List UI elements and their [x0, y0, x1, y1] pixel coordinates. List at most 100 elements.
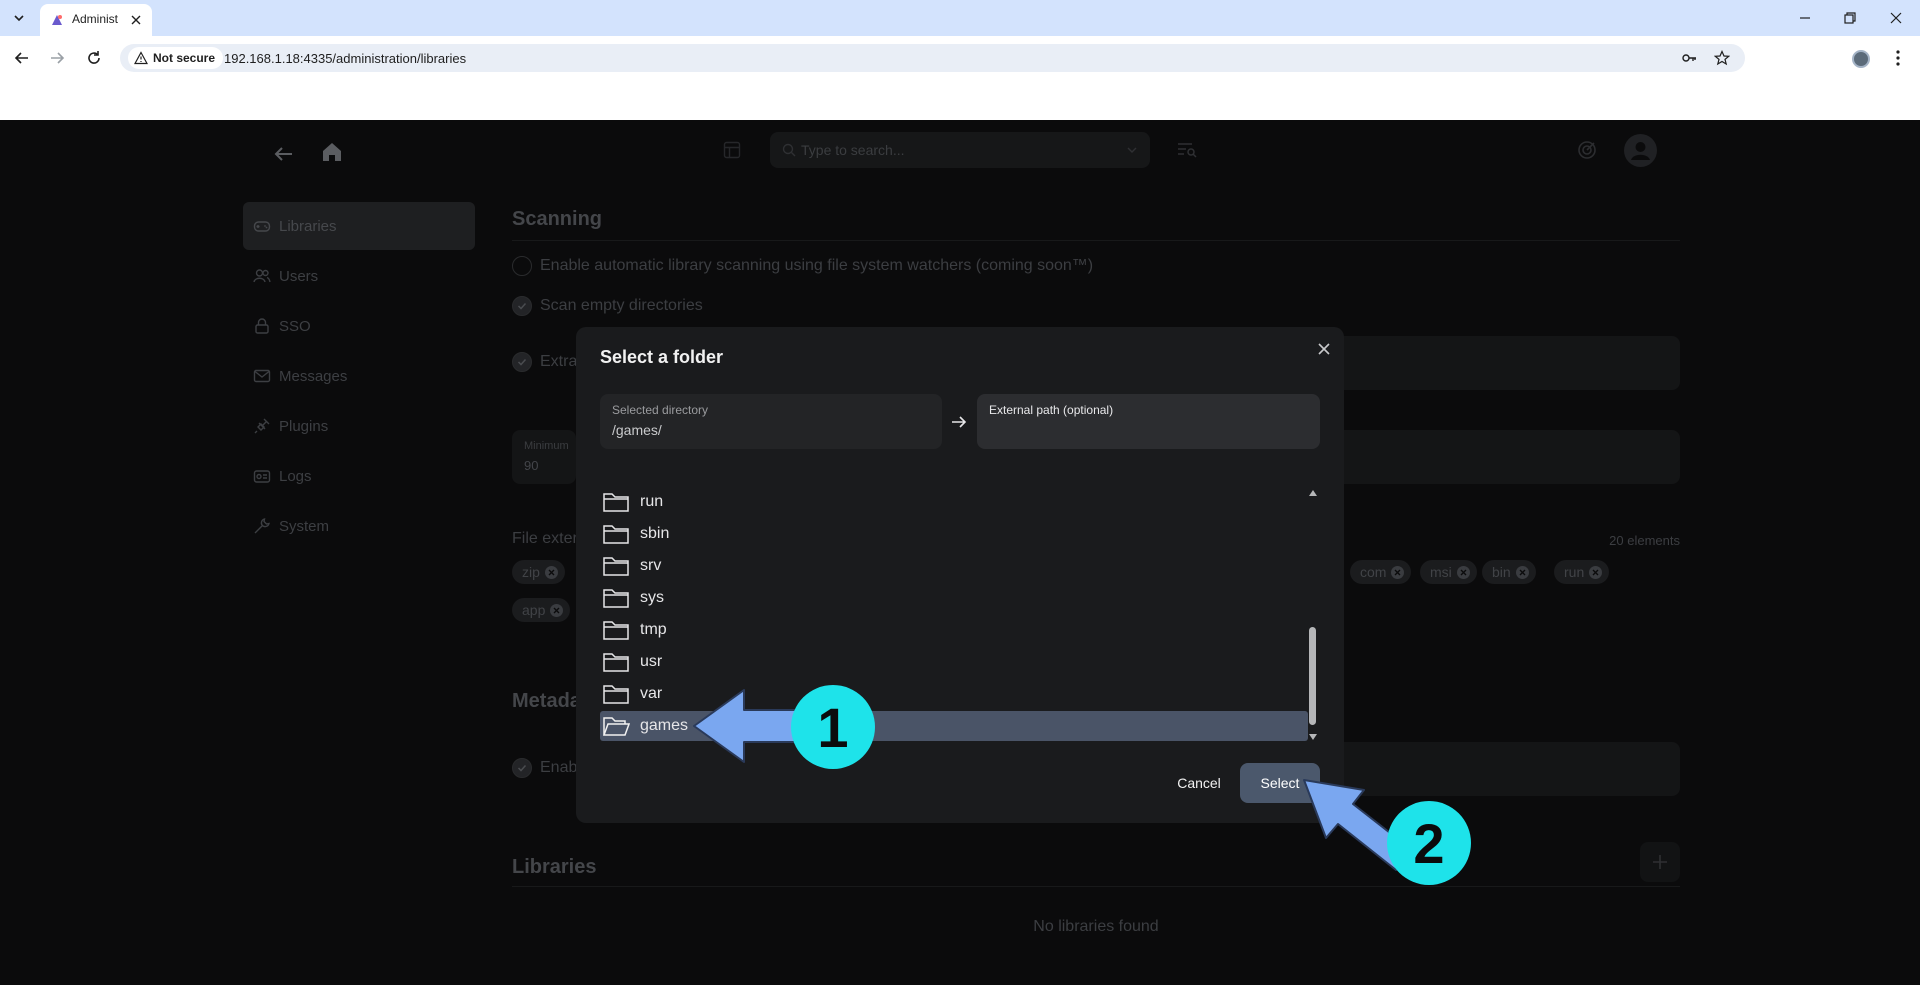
metadata-title: Metada — [512, 690, 581, 712]
browser-toolbar: Not secure 192.168.1.18:4335/administrat… — [0, 36, 1920, 120]
extension-chip[interactable]: app — [512, 598, 571, 622]
chip-label: com — [1360, 564, 1387, 580]
restore-icon[interactable] — [1838, 6, 1862, 30]
external-path-input[interactable]: External path (optional) — [977, 394, 1320, 449]
layout-icon[interactable] — [723, 141, 741, 159]
security-label: Not secure — [153, 51, 216, 65]
user-icon — [1631, 142, 1650, 160]
scrollbar-thumb[interactable] — [1309, 627, 1316, 725]
user-avatar[interactable] — [1624, 134, 1657, 167]
sidebar-item-users[interactable]: Users — [243, 252, 475, 300]
admin-sidebar: Libraries Users SSO Messages Plugins Log… — [243, 202, 475, 552]
extension-chip[interactable]: zip — [512, 560, 565, 584]
folder-name: srv — [640, 557, 662, 574]
divider — [512, 886, 1680, 887]
security-chip[interactable]: Not secure — [128, 47, 224, 69]
address-bar[interactable]: Not secure 192.168.1.18:4335/administrat… — [120, 44, 1745, 72]
extension-chip[interactable]: com — [1350, 560, 1412, 584]
more-vert-icon[interactable] — [1890, 48, 1906, 68]
folder-icon — [603, 589, 629, 608]
watchers-checkbox[interactable] — [512, 256, 532, 276]
remove-icon[interactable] — [550, 603, 564, 617]
folder-name: run — [640, 493, 664, 510]
tab-title: Administ — [72, 12, 119, 26]
remove-icon[interactable] — [1456, 565, 1470, 579]
plug-icon — [254, 418, 270, 434]
sidebar-item-sso[interactable]: SSO — [243, 302, 475, 350]
remove-icon[interactable] — [1515, 565, 1529, 579]
close-icon[interactable] — [1316, 341, 1332, 357]
enable-option[interactable]: Enab — [512, 758, 577, 778]
enable-checkbox[interactable] — [512, 758, 532, 778]
scan-empty-checkbox[interactable] — [512, 296, 532, 316]
remove-icon[interactable] — [1589, 565, 1603, 579]
watchers-option[interactable]: Enable automatic library scanning using … — [512, 256, 1093, 276]
minimize-icon[interactable] — [1793, 6, 1817, 30]
forward-icon[interactable] — [47, 48, 67, 68]
browser-tab[interactable]: Administ — [40, 4, 152, 36]
folder-item[interactable]: srv — [600, 551, 1308, 581]
back-icon[interactable] — [12, 48, 32, 68]
check-icon — [517, 302, 527, 310]
remove-icon[interactable] — [1391, 565, 1405, 579]
watchers-label: Enable automatic library scanning using … — [540, 257, 1094, 274]
wrench-icon — [254, 518, 270, 534]
folder-name: usr — [640, 653, 663, 670]
arrow-left-icon[interactable] — [272, 142, 296, 166]
remove-icon[interactable] — [544, 565, 558, 579]
search-filter-icon[interactable] — [1177, 142, 1197, 158]
minimum-field[interactable] — [512, 430, 576, 484]
arrow-right-icon — [952, 416, 967, 428]
plus-icon — [1653, 855, 1667, 869]
sidebar-item-logs[interactable]: Logs — [243, 452, 475, 500]
chip-label: msi — [1430, 564, 1452, 580]
reload-icon[interactable] — [84, 48, 104, 68]
folder-item[interactable]: tmp — [600, 615, 1308, 645]
scanning-title: Scanning — [512, 208, 603, 230]
bookmark-star-icon[interactable] — [1714, 50, 1730, 66]
close-icon[interactable] — [128, 12, 144, 28]
sidebar-item-libraries[interactable]: Libraries — [243, 202, 475, 250]
folder-open-icon — [602, 717, 630, 736]
scroll-down-icon[interactable] — [1307, 731, 1319, 743]
window-close-icon[interactable] — [1884, 6, 1908, 30]
selected-directory-field[interactable]: Selected directory /games/ — [600, 394, 942, 449]
sidebar-item-label: Messages — [279, 367, 348, 385]
extra-field[interactable] — [1324, 336, 1680, 390]
dialog-title: Select a folder — [600, 347, 724, 367]
maximum-field[interactable] — [1324, 430, 1680, 484]
chevron-down-icon[interactable] — [1126, 144, 1138, 156]
url-text: 192.168.1.18:4335/administration/librari… — [224, 51, 467, 66]
add-library-button[interactable] — [1640, 842, 1680, 882]
profile-avatar[interactable] — [1852, 50, 1870, 68]
chevron-down-icon — [14, 15, 24, 22]
sidebar-item-messages[interactable]: Messages — [243, 352, 475, 400]
extra-checkbox[interactable] — [512, 352, 532, 372]
favicon-icon — [52, 15, 62, 25]
extension-chip[interactable]: bin — [1482, 560, 1536, 584]
folder-item[interactable]: run — [600, 487, 1308, 517]
chip-label: bin — [1492, 564, 1511, 580]
home-icon[interactable] — [320, 140, 344, 164]
tab-search-button[interactable] — [8, 7, 30, 29]
folder-item[interactable]: sys — [600, 583, 1308, 613]
cancel-button[interactable]: Cancel — [1164, 763, 1234, 803]
folder-icon — [603, 525, 629, 544]
extension-chip[interactable]: msi — [1420, 560, 1477, 584]
extra-option[interactable]: Extra — [512, 352, 577, 372]
folder-item[interactable]: usr — [600, 647, 1308, 677]
folder-list-scrollbar[interactable] — [1306, 487, 1320, 743]
extension-chip[interactable]: run — [1554, 560, 1610, 584]
password-key-icon[interactable] — [1681, 50, 1697, 66]
folder-item[interactable]: sbin — [600, 519, 1308, 549]
external-path-label: External path (optional) — [989, 403, 1114, 417]
sidebar-item-system[interactable]: System — [243, 502, 475, 550]
annotation-badge-1: 1 — [791, 685, 875, 769]
scroll-up-icon[interactable] — [1307, 487, 1319, 499]
search-input[interactable]: Type to search... — [770, 132, 1150, 168]
activity-target-icon[interactable] — [1577, 140, 1597, 160]
enable-label: Enab — [540, 759, 578, 776]
sidebar-item-label: Libraries — [279, 217, 337, 235]
sidebar-item-plugins[interactable]: Plugins — [243, 402, 475, 450]
scan-empty-option[interactable]: Scan empty directories — [512, 296, 703, 316]
